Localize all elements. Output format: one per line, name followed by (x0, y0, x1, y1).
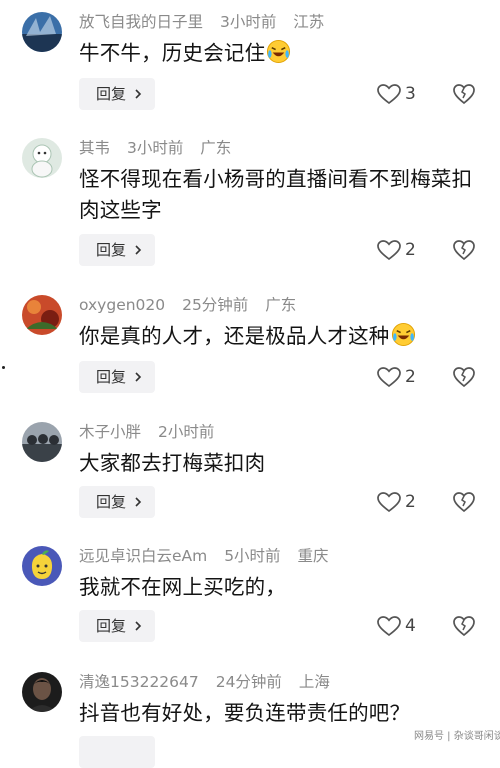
comment-item: oxygen020 25分钟前 广东 你是真的人才，还是极品人才这种 回复 2 (0, 295, 500, 400)
stray-dot (2, 366, 5, 369)
location: 上海 (298, 673, 330, 691)
laughing-crying-emoji-icon (391, 322, 415, 347)
dislike-broken-heart-icon[interactable] (452, 239, 476, 261)
comment-text: 牛不牛，历史会记住 (79, 38, 484, 69)
reply-button[interactable]: 回复 (79, 234, 155, 266)
chevron-right-icon (135, 497, 142, 507)
reply-label: 回复 (96, 617, 127, 635)
comment-meta: 清逸153222647 24分钟前 上海 (79, 672, 342, 692)
location: 广东 (265, 296, 297, 314)
comment-text: 抖音也有好处，要负连带责任的吧？ (79, 701, 411, 725)
comment-item: 木子小胖 2小时前 大家都去打梅菜扣肉 回复 2 (0, 422, 500, 527)
like-heart-icon[interactable] (376, 366, 402, 388)
reply-label: 回复 (96, 85, 127, 103)
location: 广东 (200, 139, 232, 157)
like-count: 4 (405, 616, 416, 636)
timestamp: 3小时前 (126, 139, 184, 157)
comment-text: 大家都去打梅菜扣肉 (79, 451, 266, 475)
username[interactable]: 其韦 (79, 139, 110, 157)
chevron-right-icon (135, 89, 142, 99)
comment-meta: 远见卓识白云eAm 5小时前 重庆 (79, 546, 341, 566)
timestamp: 3小时前 (219, 13, 277, 31)
avatar[interactable] (22, 422, 62, 462)
comment-meta: 放飞自我的日子里 3小时前 江苏 (79, 12, 336, 32)
comment-meta: 木子小胖 2小时前 (79, 422, 226, 442)
comment-text-body: 牛不牛，历史会记住 (79, 41, 266, 65)
dislike-broken-heart-icon[interactable] (452, 491, 476, 513)
chevron-right-icon (135, 372, 142, 382)
avatar[interactable] (22, 672, 62, 712)
like-heart-icon[interactable] (376, 615, 402, 637)
laughing-crying-emoji-icon (267, 39, 291, 64)
reply-button[interactable]: 回复 (79, 610, 155, 642)
comment-item: 其韦 3小时前 广东 怪不得现在看小杨哥的直播间看不到梅菜扣肉这些字 回复 2 (0, 138, 500, 270)
comment-meta: 其韦 3小时前 广东 (79, 138, 243, 158)
timestamp: 5小时前 (224, 547, 281, 565)
reply-button[interactable]: 回复 (79, 78, 155, 110)
like-heart-icon[interactable] (376, 239, 402, 261)
chevron-right-icon (135, 245, 142, 255)
location: 重庆 (297, 547, 329, 565)
watermark: 网易号 | 杂谈哥闲谈 (414, 731, 500, 742)
like-count: 2 (405, 240, 416, 260)
like-count: 2 (405, 367, 416, 387)
comment-item: 放飞自我的日子里 3小时前 江苏 牛不牛，历史会记住 回复 3 (0, 12, 500, 117)
dislike-broken-heart-icon[interactable] (452, 615, 476, 637)
timestamp: 24分钟前 (215, 673, 282, 691)
username[interactable]: 清逸153222647 (79, 673, 199, 691)
username[interactable]: 远见卓识白云eAm (79, 547, 207, 565)
reply-label: 回复 (96, 368, 127, 386)
comment-text-body: 你是真的人才，还是极品人才这种 (79, 324, 390, 348)
dislike-broken-heart-icon[interactable] (452, 366, 476, 388)
like-count: 3 (405, 84, 416, 104)
like-count: 2 (405, 492, 416, 512)
comment-item: 远见卓识白云eAm 5小时前 重庆 我就不在网上买吃的， 回复 4 (0, 546, 500, 651)
reply-label: 回复 (96, 241, 127, 259)
timestamp: 25分钟前 (182, 296, 249, 314)
username[interactable]: oxygen020 (79, 296, 165, 314)
like-heart-icon[interactable] (376, 83, 402, 105)
like-heart-icon[interactable] (376, 491, 402, 513)
comment-meta: oxygen020 25分钟前 广东 (79, 295, 308, 315)
chevron-right-icon (135, 621, 142, 631)
dislike-broken-heart-icon[interactable] (452, 83, 476, 105)
reply-button[interactable]: 回复 (79, 361, 155, 393)
reply-button[interactable]: 回复 (79, 486, 155, 518)
timestamp: 2小时前 (157, 423, 215, 441)
reply-button[interactable] (79, 736, 155, 768)
comment-text: 我就不在网上买吃的， (79, 575, 286, 599)
avatar[interactable] (22, 546, 62, 586)
username[interactable]: 放飞自我的日子里 (79, 13, 203, 31)
avatar[interactable] (22, 12, 62, 52)
location: 江苏 (293, 13, 325, 31)
reply-label: 回复 (96, 493, 127, 511)
username[interactable]: 木子小胖 (79, 423, 141, 441)
comment-text: 怪不得现在看小杨哥的直播间看不到梅菜扣肉这些字 (79, 167, 473, 222)
avatar[interactable] (22, 295, 62, 335)
avatar[interactable] (22, 138, 62, 178)
comment-text: 你是真的人才，还是极品人才这种 (79, 321, 484, 352)
